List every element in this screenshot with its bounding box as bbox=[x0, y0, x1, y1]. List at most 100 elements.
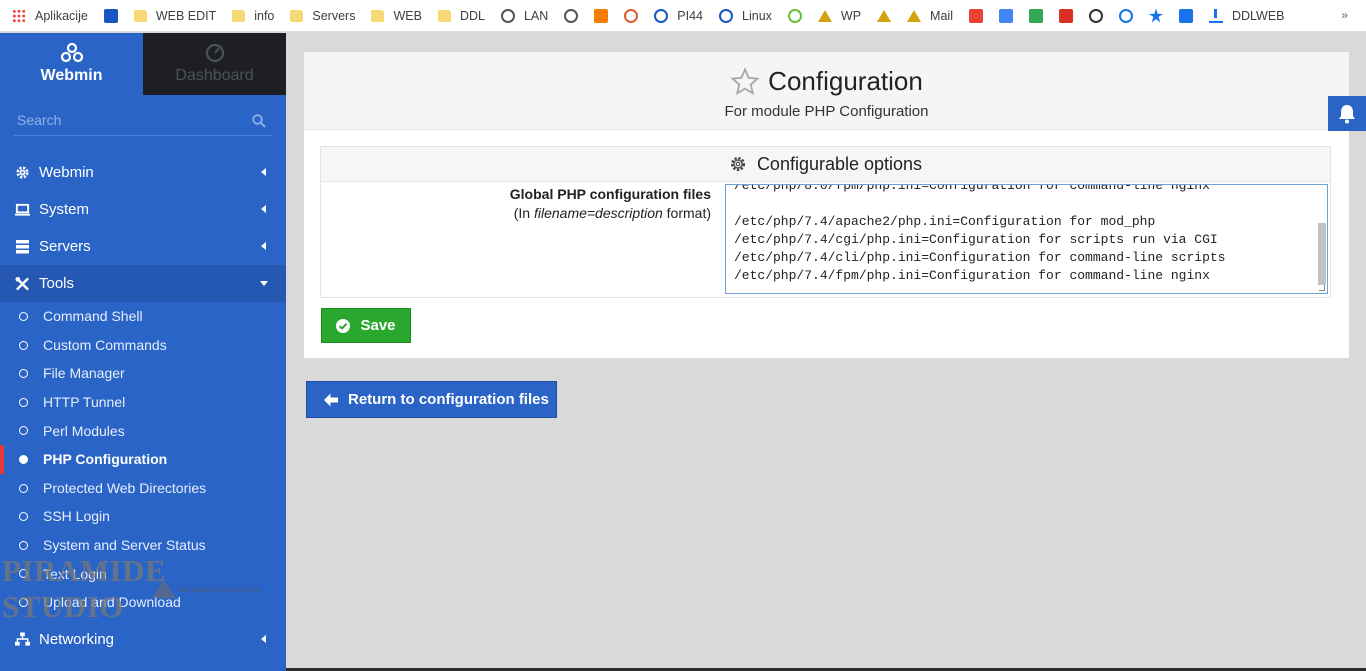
bookmark-item[interactable] bbox=[1058, 5, 1073, 27]
bookmark-item[interactable] bbox=[594, 5, 609, 27]
translate-icon bbox=[998, 8, 1013, 23]
bookmark-item[interactable] bbox=[877, 5, 892, 27]
submenu-item-ssh-login[interactable]: SSH Login bbox=[0, 502, 286, 531]
drive-icon bbox=[1028, 8, 1043, 23]
sidebar-item-webmin[interactable]: Webmin bbox=[0, 154, 286, 191]
bookmark-label: Servers bbox=[312, 8, 356, 23]
bookmark-item[interactable] bbox=[998, 5, 1013, 27]
circle-icon bbox=[19, 512, 28, 522]
textarea-line: /etc/php/7.4/apache2/php.ini=Configurati… bbox=[734, 214, 1156, 229]
bookmarks-overflow-button[interactable]: » bbox=[1341, 8, 1348, 22]
submenu-item-perl-modules[interactable]: Perl Modules bbox=[0, 416, 286, 445]
submenu-item-custom-commands[interactable]: Custom Commands bbox=[0, 331, 286, 360]
submenu-item-php-configuration[interactable]: PHP Configuration bbox=[0, 444, 286, 474]
check-circle-icon bbox=[336, 318, 351, 333]
submenu-item-protected-web-directories[interactable]: Protected Web Directories bbox=[0, 474, 286, 503]
submenu-item-upload-download[interactable]: Upload and Download bbox=[0, 588, 286, 617]
bookmark-item[interactable] bbox=[624, 5, 639, 27]
sidebar-item-system[interactable]: System bbox=[0, 191, 286, 228]
arrow-left-icon bbox=[324, 393, 338, 406]
bookmark-item[interactable] bbox=[1088, 5, 1103, 27]
bookmark-item[interactable] bbox=[103, 5, 118, 27]
bookmark-item[interactable]: LAN bbox=[500, 5, 548, 27]
circle-icon bbox=[19, 569, 28, 579]
network-icon bbox=[15, 632, 30, 647]
bookmark-item[interactable] bbox=[1178, 5, 1193, 27]
submenu-item-label: System and Server Status bbox=[43, 537, 206, 554]
submenu-item-label: File Manager bbox=[43, 365, 125, 382]
sidebar-item-label: Servers bbox=[39, 238, 91, 255]
bookmark-item[interactable]: WEB EDIT bbox=[133, 5, 216, 27]
news-icon bbox=[1058, 8, 1073, 23]
bookmark-item[interactable] bbox=[1148, 5, 1163, 27]
field-label-hint: (In filename=description format) bbox=[321, 204, 711, 223]
circle-icon bbox=[19, 426, 28, 436]
caret-left-icon bbox=[261, 168, 266, 176]
bookmark-label: Mail bbox=[930, 8, 953, 23]
notifications-button[interactable] bbox=[1328, 96, 1366, 131]
textarea-line: /etc/php/7.4/cgi/php.ini=Configuration f… bbox=[734, 232, 1218, 247]
submenu-item-text-login[interactable]: Text Login bbox=[0, 559, 286, 588]
speedometer-icon bbox=[1088, 8, 1103, 23]
configurable-options-section: Configurable options Global PHP configur… bbox=[320, 146, 1331, 298]
sidebar-item-servers[interactable]: Servers bbox=[0, 228, 286, 265]
bookmark-item[interactable] bbox=[564, 5, 579, 27]
return-to-config-files-button[interactable]: Return to configuration files bbox=[306, 381, 557, 418]
bell-icon bbox=[1339, 104, 1355, 123]
bookmark-item[interactable]: info bbox=[232, 5, 274, 27]
submenu-item-label: Custom Commands bbox=[43, 336, 167, 353]
resize-grip-icon[interactable] bbox=[1319, 285, 1325, 291]
config-files-textarea[interactable]: /etc/php/8.0/fpm/php.ini=Configuration f… bbox=[725, 184, 1328, 294]
sidebar-item-label: Networking bbox=[39, 630, 115, 648]
search-input[interactable] bbox=[14, 106, 244, 134]
bookmark-item[interactable]: Aplikacije bbox=[12, 5, 88, 27]
sidebar: Webmin Dashboard Webmin bbox=[0, 33, 286, 671]
sidebar-item-networking[interactable]: Networking bbox=[0, 621, 286, 658]
tab-webmin[interactable]: Webmin bbox=[0, 33, 143, 95]
bookmark-item[interactable]: DDL bbox=[437, 5, 485, 27]
save-button[interactable]: Save bbox=[321, 308, 411, 343]
circle-icon bbox=[19, 597, 28, 607]
bookmark-label: WEB bbox=[393, 8, 422, 23]
submenu-item-label: Protected Web Directories bbox=[43, 479, 207, 496]
textarea-scrollbar[interactable] bbox=[1318, 223, 1326, 285]
xampp-icon bbox=[594, 8, 609, 23]
caret-left-icon bbox=[261, 634, 266, 643]
submenu-item-http-tunnel[interactable]: HTTP Tunnel bbox=[0, 388, 286, 417]
search-icon[interactable] bbox=[252, 114, 266, 128]
sidebar-item-tools[interactable]: Tools bbox=[0, 265, 286, 302]
tab-webmin-label: Webmin bbox=[40, 67, 103, 84]
circle-icon bbox=[19, 312, 28, 321]
sidebar-tabs: Webmin Dashboard bbox=[0, 33, 286, 95]
gear-icon bbox=[15, 165, 30, 180]
gear-icon bbox=[730, 156, 745, 172]
bookmark-item[interactable]: Linux bbox=[719, 5, 772, 27]
bookmark-item[interactable]: WEB bbox=[371, 5, 422, 27]
folder-icon bbox=[437, 9, 451, 22]
submenu-item-system-server-status[interactable]: System and Server Status bbox=[0, 531, 286, 560]
folder-icon bbox=[371, 9, 385, 22]
textarea-line bbox=[734, 195, 1225, 213]
bookmark-item[interactable]: Mail bbox=[907, 5, 953, 27]
textarea-line: /etc/php/7.4/cli/php.ini=Configuration f… bbox=[734, 250, 1226, 265]
sidebar-item-label: Tools bbox=[39, 275, 75, 292]
bookmark-item[interactable] bbox=[1118, 5, 1133, 27]
tab-dashboard[interactable]: Dashboard bbox=[143, 33, 286, 95]
bookmark-item[interactable] bbox=[1028, 5, 1043, 27]
tab-dashboard-label: Dashboard bbox=[175, 67, 254, 84]
star-outline-icon[interactable] bbox=[730, 66, 760, 97]
bookmark-label: PI44 bbox=[677, 8, 704, 23]
submenu-item-command-shell[interactable]: Command Shell bbox=[0, 302, 286, 331]
lan-icon bbox=[500, 8, 515, 23]
bookmark-item[interactable]: DDLWEB bbox=[1208, 5, 1285, 27]
refresh-green-icon bbox=[787, 8, 802, 23]
bookmark-item[interactable]: Servers bbox=[290, 5, 355, 27]
bookmark-item[interactable] bbox=[968, 5, 983, 27]
folder-icon bbox=[232, 9, 246, 22]
bookmark-item[interactable] bbox=[787, 5, 802, 27]
bookmark-item[interactable]: WP bbox=[817, 5, 861, 27]
page-title: Configuration bbox=[304, 66, 1349, 97]
submenu-item-label: Command Shell bbox=[43, 308, 143, 325]
submenu-item-file-manager[interactable]: File Manager bbox=[0, 359, 286, 388]
bookmark-item[interactable]: PI44 bbox=[654, 5, 703, 27]
